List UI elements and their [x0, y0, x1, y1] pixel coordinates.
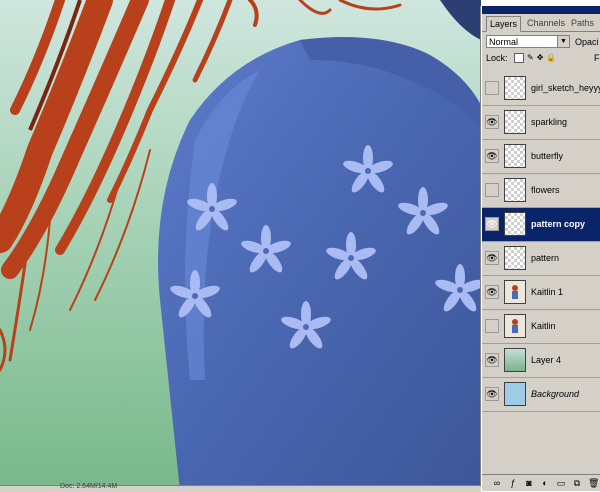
- eye-icon: 👁: [486, 219, 498, 229]
- visibility-toggle[interactable]: 👁: [485, 149, 499, 163]
- visibility-toggle[interactable]: 👁: [485, 387, 499, 401]
- eye-icon: 👁: [486, 287, 498, 297]
- layer-row[interactable]: 👁 Layer 4: [482, 344, 600, 378]
- blend-row: Normal ▼ Opaci: [482, 32, 600, 52]
- blend-mode-value: Normal: [489, 37, 519, 47]
- layer-row[interactable]: 👁 pattern copy: [482, 208, 600, 242]
- lock-row: Lock: ✎ ✥ 🔒 F: [482, 52, 600, 66]
- tab-paths[interactable]: Paths: [568, 16, 597, 30]
- layers-palette[interactable]: Layers Channels Paths Normal ▼ Opaci Loc…: [481, 6, 600, 491]
- link-icon[interactable]: ∞: [492, 478, 502, 488]
- layer-thumbnail[interactable]: [504, 110, 526, 134]
- layer-row[interactable]: 👁 Background: [482, 378, 600, 412]
- status-text: Doc: 2.64M/14.4M: [60, 483, 118, 490]
- visibility-toggle[interactable]: 👁: [485, 115, 499, 129]
- layer-name: pattern: [531, 253, 560, 263]
- visibility-toggle[interactable]: 👁: [485, 285, 499, 299]
- layers-list: girl_sketch_heyyy 👁 sparkling 👁 butterfly flo…: [482, 72, 600, 412]
- palette-titlebar[interactable]: [482, 6, 600, 14]
- mask-icon[interactable]: ◙: [524, 478, 534, 488]
- visibility-toggle[interactable]: 👁: [485, 353, 499, 367]
- eye-icon: 👁: [486, 117, 498, 127]
- lock-transparent-icon[interactable]: [514, 53, 524, 63]
- layer-thumbnail[interactable]: [504, 314, 526, 338]
- visibility-toggle[interactable]: 👁: [485, 251, 499, 265]
- layer-thumbnail[interactable]: [504, 280, 526, 304]
- layer-row[interactable]: 👁 Kaitlin 1: [482, 276, 600, 310]
- figure-icon: [512, 285, 518, 299]
- layer-thumbnail[interactable]: [504, 348, 526, 372]
- lock-icon[interactable]: 🔒: [546, 53, 556, 63]
- layer-thumbnail[interactable]: [504, 382, 526, 406]
- layer-name: flowers: [531, 185, 560, 195]
- chevron-down-icon[interactable]: ▼: [557, 36, 569, 47]
- palette-bottom-bar: ∞ ƒ ◙ ◐ ▭ ⧉ 🗑: [482, 474, 600, 491]
- eye-icon: 👁: [486, 151, 498, 161]
- layer-name: girl_sketch_heyyy: [531, 83, 600, 93]
- layer-thumbnail[interactable]: [504, 144, 526, 168]
- visibility-toggle[interactable]: 👁: [485, 217, 499, 231]
- brush-icon[interactable]: ✎: [527, 53, 534, 63]
- lock-label: Lock:: [486, 53, 508, 63]
- layer-thumbnail[interactable]: [504, 246, 526, 270]
- eye-icon: 👁: [486, 355, 498, 365]
- new-set-icon[interactable]: ▭: [556, 478, 566, 488]
- adjustment-icon[interactable]: ◐: [540, 478, 550, 488]
- blend-mode-select[interactable]: Normal ▼: [486, 35, 570, 48]
- layer-row[interactable]: 👁 sparkling: [482, 106, 600, 140]
- layer-row[interactable]: flowers: [482, 174, 600, 208]
- visibility-toggle[interactable]: [485, 319, 499, 333]
- layer-thumbnail[interactable]: [504, 178, 526, 202]
- fill-label: F: [594, 53, 600, 63]
- layer-row[interactable]: 👁 butterfly: [482, 140, 600, 174]
- eye-icon: 👁: [486, 253, 498, 263]
- layer-name: Kaitlin: [531, 321, 556, 331]
- layer-name: Background: [531, 389, 580, 399]
- palette-tabs: Layers Channels Paths: [482, 14, 600, 32]
- layer-name: Kaitlin 1: [531, 287, 564, 297]
- eye-icon: 👁: [486, 389, 498, 399]
- trash-icon[interactable]: 🗑: [588, 478, 599, 488]
- layer-name: sparkling: [531, 117, 568, 127]
- visibility-toggle[interactable]: [485, 183, 499, 197]
- tab-channels[interactable]: Channels: [524, 16, 568, 30]
- layer-row[interactable]: girl_sketch_heyyy: [482, 72, 600, 106]
- visibility-toggle[interactable]: [485, 81, 499, 95]
- layer-thumbnail[interactable]: [504, 212, 526, 236]
- move-icon[interactable]: ✥: [537, 53, 544, 63]
- layer-thumbnail[interactable]: [504, 76, 526, 100]
- artwork: [0, 0, 481, 491]
- layer-name: pattern copy: [531, 219, 586, 229]
- figure-icon: [512, 319, 518, 333]
- layer-row[interactable]: Kaitlin: [482, 310, 600, 344]
- opacity-label: Opaci: [575, 37, 599, 47]
- layer-name: Layer 4: [531, 355, 562, 365]
- layer-name: butterfly: [531, 151, 564, 161]
- new-layer-icon[interactable]: ⧉: [572, 478, 582, 488]
- tab-layers[interactable]: Layers: [486, 16, 522, 32]
- layer-style-icon[interactable]: ƒ: [508, 478, 518, 488]
- layer-row[interactable]: 👁 pattern: [482, 242, 600, 276]
